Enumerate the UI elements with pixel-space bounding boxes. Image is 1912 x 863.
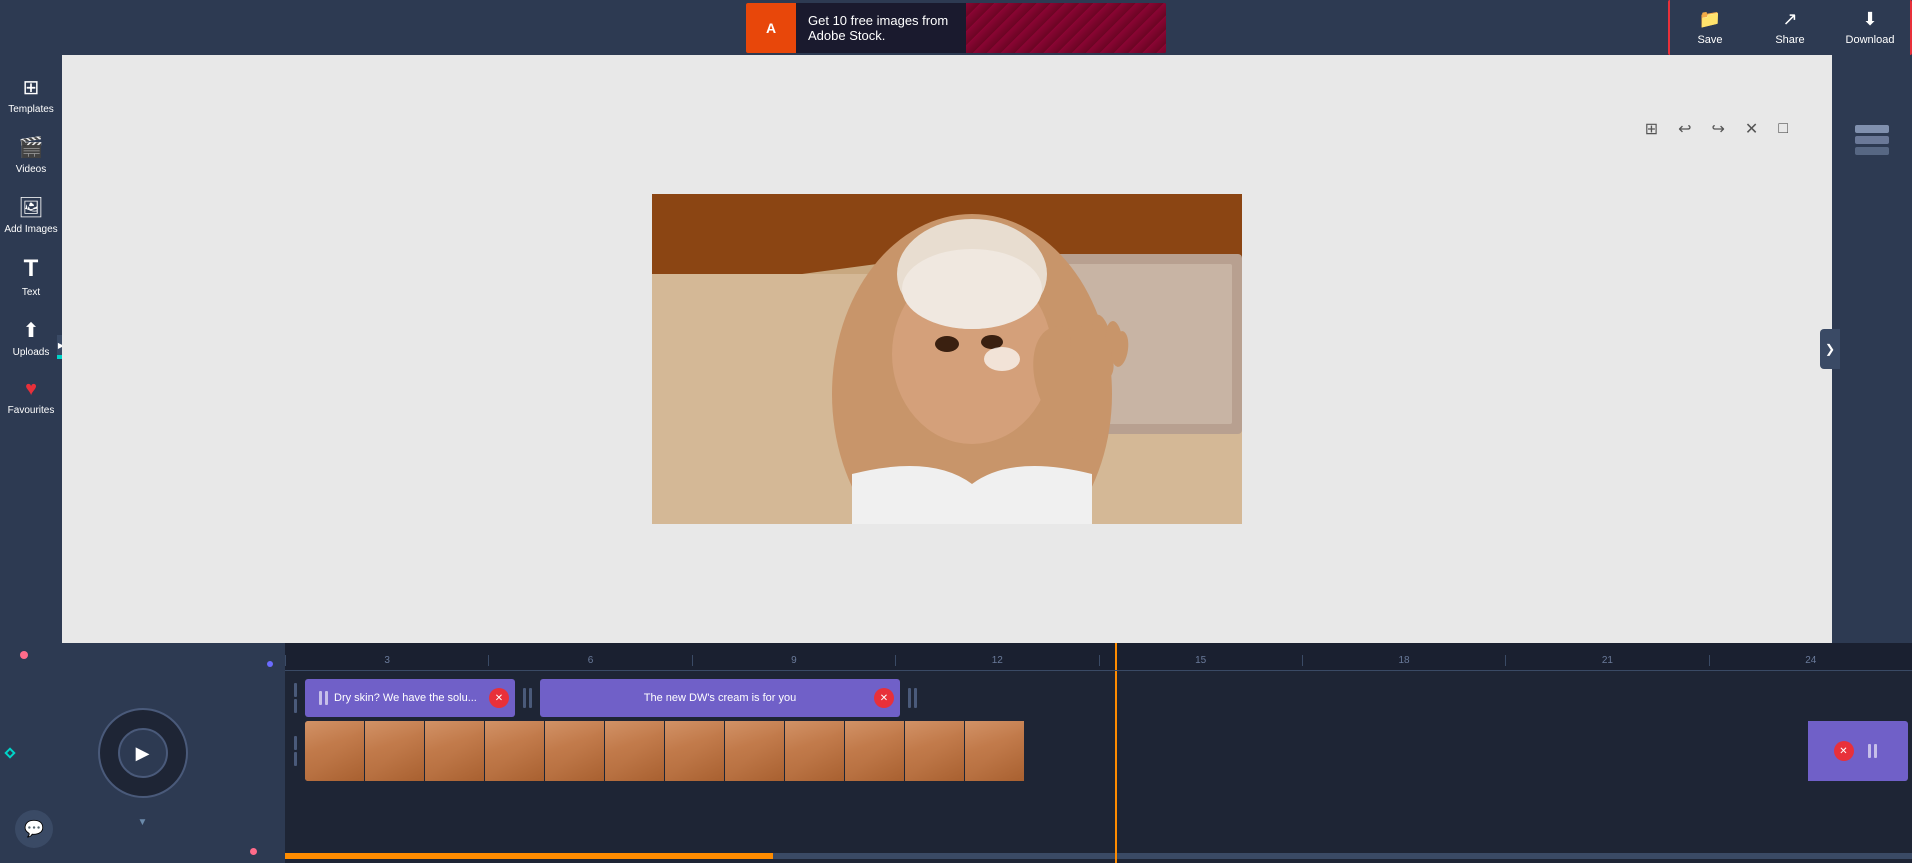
ruler-mark-3: 3 — [285, 655, 488, 666]
left-sidebar: ▶ ⊞ Templates 🎬 Videos 🖼 Add Images T Te… — [0, 55, 62, 643]
top-right-buttons: 📁 Save ↗ Share ⬇ Download — [1668, 0, 1912, 55]
playhead-track-line — [1115, 671, 1117, 863]
ruler-mark-9: 9 — [692, 655, 895, 666]
thumb-10 — [845, 721, 905, 781]
text-clip-2[interactable]: The new DW's cream is for you ✕ — [540, 679, 900, 717]
thumb-11 — [905, 721, 965, 781]
undo-icon: ↩ — [1678, 121, 1691, 138]
video-track[interactable]: ✕ — [305, 721, 1908, 781]
expand-canvas-button[interactable]: □ — [1774, 116, 1792, 142]
clip-delete-1[interactable]: ✕ — [489, 688, 509, 708]
preview-image — [652, 194, 1242, 524]
download-icon: ⬇ — [1862, 9, 1877, 30]
dot-decoration-tl — [20, 651, 28, 659]
favourites-icon: ♥ — [25, 378, 37, 401]
ad-text: Get 10 free images from Adobe Stock. — [796, 13, 966, 43]
dot-decoration-br — [250, 848, 257, 855]
sidebar-item-uploads[interactable]: ⬆ Uploads — [0, 308, 62, 368]
video-clip-delete[interactable]: ✕ — [1834, 741, 1854, 761]
ruler-mark-12: 12 — [895, 655, 1098, 666]
ruler-marks: 3 6 9 12 15 18 21 24 — [285, 655, 1912, 666]
ruler-mark-24: 24 — [1709, 655, 1912, 666]
diamond-decoration — [4, 747, 15, 758]
ruler-mark-6: 6 — [488, 655, 691, 666]
play-button[interactable]: ▶ — [118, 728, 168, 778]
sidebar-item-videos[interactable]: 🎬 Videos — [0, 125, 62, 185]
video-preview — [652, 194, 1242, 524]
expand-icon: □ — [1778, 120, 1788, 137]
track-handle-1 — [289, 679, 301, 717]
thumb-1 — [305, 721, 365, 781]
share-icon: ↗ — [1782, 9, 1797, 30]
chat-icon: 💬 — [24, 819, 44, 839]
track-handle-2 — [289, 736, 301, 766]
ruler-mark-18: 18 — [1302, 655, 1505, 666]
canvas-area: ⊞ ↩ ↪ ✕ □ — [62, 55, 1832, 643]
layers-icon — [1847, 115, 1897, 165]
progress-fill — [285, 853, 773, 859]
download-button[interactable]: ⬇ Download — [1830, 0, 1910, 55]
timeline-tracks: Dry skin? We have the solu... ✕ The new … — [285, 671, 1912, 863]
undo-button[interactable]: ↩ — [1674, 115, 1695, 143]
sidebar-item-templates[interactable]: ⊞ Templates — [0, 65, 62, 125]
ruler-mark-15: 15 — [1099, 655, 1302, 666]
video-thumbnails — [305, 721, 1808, 781]
playback-controls: ▼ ▶ 💬 — [0, 643, 285, 863]
chat-button[interactable]: 💬 — [15, 810, 53, 848]
thumb-7 — [665, 721, 725, 781]
right-panel-toggle[interactable]: ❯ — [1820, 329, 1840, 369]
main-area: ▶ ⊞ Templates 🎬 Videos 🖼 Add Images T Te… — [0, 55, 1912, 643]
ad-banner[interactable]: A Get 10 free images from Adobe Stock. — [746, 3, 1166, 53]
thumb-8 — [725, 721, 785, 781]
top-bar: A Get 10 free images from Adobe Stock. 📁… — [0, 0, 1912, 55]
timeline-progress — [285, 853, 1912, 859]
adobe-icon: A — [746, 3, 796, 53]
timeline-ruler: 3 6 9 12 15 18 21 24 — [285, 643, 1912, 671]
thumb-5 — [545, 721, 605, 781]
clip-pause-handles-1 — [319, 691, 328, 705]
sidebar-item-add-images[interactable]: 🖼 Add Images — [0, 185, 62, 245]
video-clip-handles — [1868, 744, 1877, 758]
save-button[interactable]: 📁 Save — [1670, 0, 1750, 55]
canvas-toolbar: ⊞ ↩ ↪ ✕ □ — [1641, 115, 1792, 143]
ruler-mark-21: 21 — [1505, 655, 1708, 666]
right-panel: ❯ — [1832, 55, 1912, 643]
videos-icon: 🎬 — [19, 135, 44, 160]
text-icon: T — [24, 255, 39, 283]
grid-icon: ⊞ — [1645, 121, 1658, 138]
close-icon: ✕ — [1745, 121, 1758, 138]
arrow-down-decoration: ▼ — [138, 817, 148, 828]
sidebar-item-favourites[interactable]: ♥ Favourites — [0, 368, 62, 426]
bottom-area: ▼ ▶ 💬 3 6 9 12 15 18 21 24 — [0, 643, 1912, 863]
thumb-6 — [605, 721, 665, 781]
sidebar-item-text[interactable]: T Text — [0, 245, 62, 308]
thumb-9 — [785, 721, 845, 781]
thumb-4 — [485, 721, 545, 781]
redo-button[interactable]: ↪ — [1708, 115, 1729, 143]
share-button[interactable]: ↗ Share — [1750, 0, 1830, 55]
thumb-2 — [365, 721, 425, 781]
redo-icon: ↪ — [1712, 121, 1725, 138]
video-clip-end: ✕ — [1808, 721, 1908, 781]
clip-delete-2[interactable]: ✕ — [874, 688, 894, 708]
grid-tool-button[interactable]: ⊞ — [1641, 115, 1662, 143]
video-track-row: ✕ — [289, 721, 1908, 781]
thumb-3 — [425, 721, 485, 781]
save-icon: 📁 — [1699, 9, 1721, 30]
dot-decoration-tr — [267, 661, 273, 667]
text-clip-1[interactable]: Dry skin? We have the solu... ✕ — [305, 679, 515, 717]
thumb-12 — [965, 721, 1025, 781]
playhead-line — [1115, 643, 1117, 670]
right-handles — [908, 688, 917, 708]
templates-icon: ⊞ — [23, 75, 40, 100]
between-clips-handles — [523, 688, 532, 708]
ad-image — [966, 3, 1166, 53]
text-track-row: Dry skin? We have the solu... ✕ The new … — [289, 679, 1908, 717]
uploads-icon: ⬆ — [23, 318, 40, 343]
add-images-icon: 🖼 — [18, 195, 43, 220]
playhead-circle: ▶ — [98, 708, 188, 798]
close-canvas-button[interactable]: ✕ — [1741, 115, 1762, 143]
video-frame — [652, 194, 1242, 524]
timeline: 3 6 9 12 15 18 21 24 — [285, 643, 1912, 863]
